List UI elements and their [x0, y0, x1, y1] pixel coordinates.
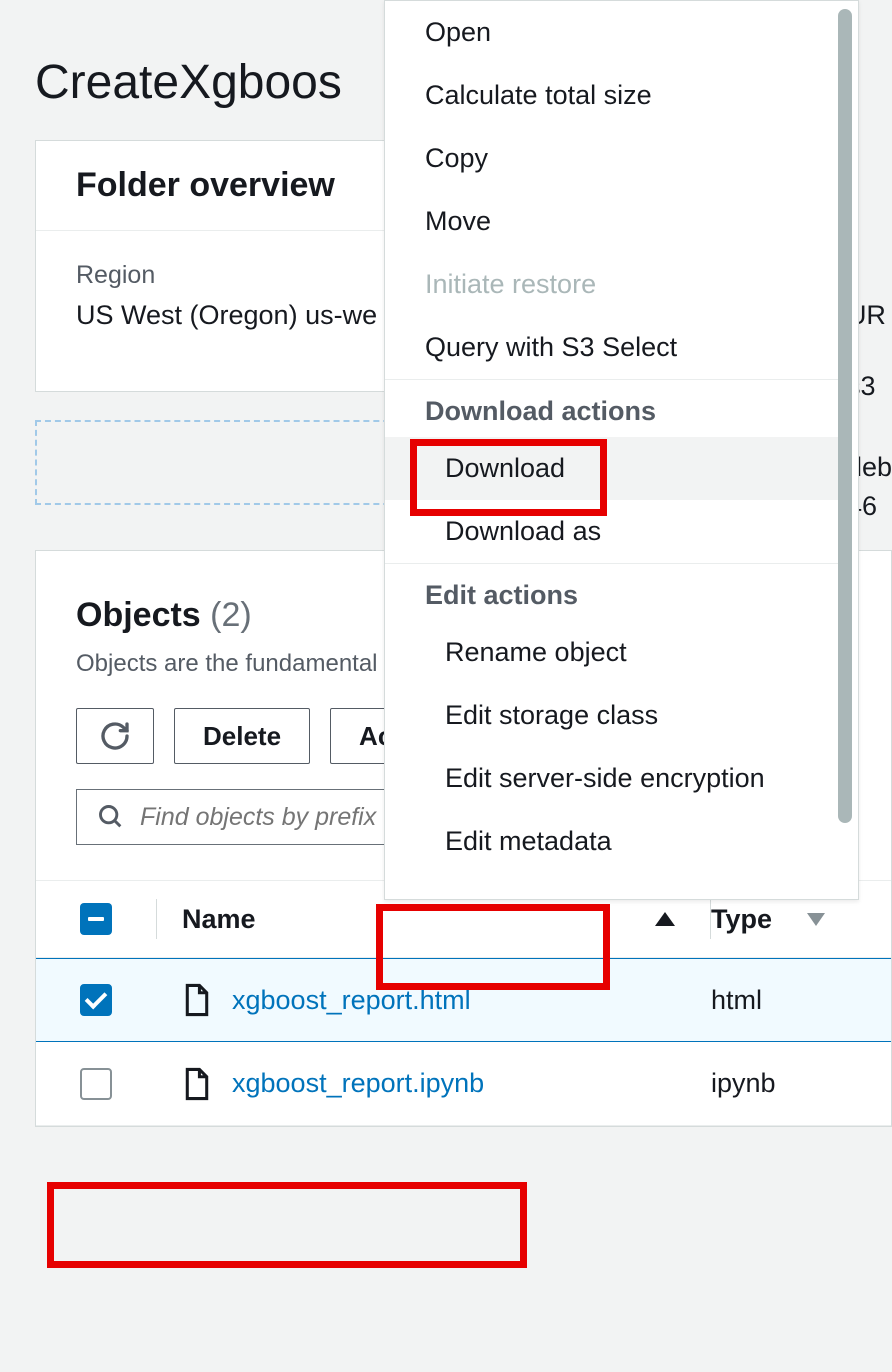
- sort-icon: [807, 913, 825, 926]
- file-type: html: [711, 985, 891, 1016]
- column-type-header[interactable]: Type: [711, 904, 891, 935]
- refresh-button[interactable]: [76, 708, 154, 764]
- menu-encryption[interactable]: Edit server-side encryption: [385, 747, 850, 810]
- table-row[interactable]: xgboost_report.html html: [36, 958, 891, 1042]
- menu-metadata[interactable]: Edit metadata: [385, 810, 850, 873]
- file-icon: [182, 1067, 212, 1101]
- menu-edit-heading: Edit actions: [385, 563, 850, 621]
- file-type: ipynb: [711, 1068, 891, 1099]
- select-all-checkbox[interactable]: [80, 903, 112, 935]
- column-type-label: Type: [711, 904, 772, 935]
- menu-download-heading: Download actions: [385, 379, 850, 437]
- file-icon: [182, 983, 212, 1017]
- objects-desc: Objects are the fundamental: [76, 650, 378, 677]
- menu-storage-class[interactable]: Edit storage class: [385, 684, 850, 747]
- objects-count: (2): [210, 596, 252, 634]
- menu-scrollbar[interactable]: [838, 9, 852, 823]
- menu-calculate-size[interactable]: Calculate total size: [385, 64, 850, 127]
- menu-initiate-restore: Initiate restore: [385, 253, 850, 316]
- actions-menu: Open Calculate total size Copy Move Init…: [384, 0, 859, 900]
- row-checkbox[interactable]: [80, 1068, 112, 1100]
- table-row[interactable]: xgboost_report.ipynb ipynb: [36, 1042, 891, 1126]
- menu-move[interactable]: Move: [385, 190, 850, 253]
- delete-button[interactable]: Delete: [174, 708, 310, 764]
- row-checkbox[interactable]: [80, 984, 112, 1016]
- column-name-label: Name: [182, 904, 256, 935]
- sort-asc-icon: [655, 912, 675, 926]
- menu-download[interactable]: Download: [385, 437, 850, 500]
- refresh-icon: [99, 720, 131, 752]
- highlight-row: [47, 1182, 527, 1268]
- menu-copy[interactable]: Copy: [385, 127, 850, 190]
- menu-open[interactable]: Open: [385, 1, 850, 64]
- menu-query-s3-select[interactable]: Query with S3 Select: [385, 316, 850, 379]
- objects-title-text: Objects: [76, 596, 201, 634]
- file-link[interactable]: xgboost_report.html: [232, 985, 471, 1016]
- search-icon: [97, 803, 125, 831]
- column-name-header[interactable]: Name: [157, 904, 710, 935]
- menu-rename[interactable]: Rename object: [385, 621, 850, 684]
- menu-download-as[interactable]: Download as: [385, 500, 850, 563]
- file-link[interactable]: xgboost_report.ipynb: [232, 1068, 484, 1099]
